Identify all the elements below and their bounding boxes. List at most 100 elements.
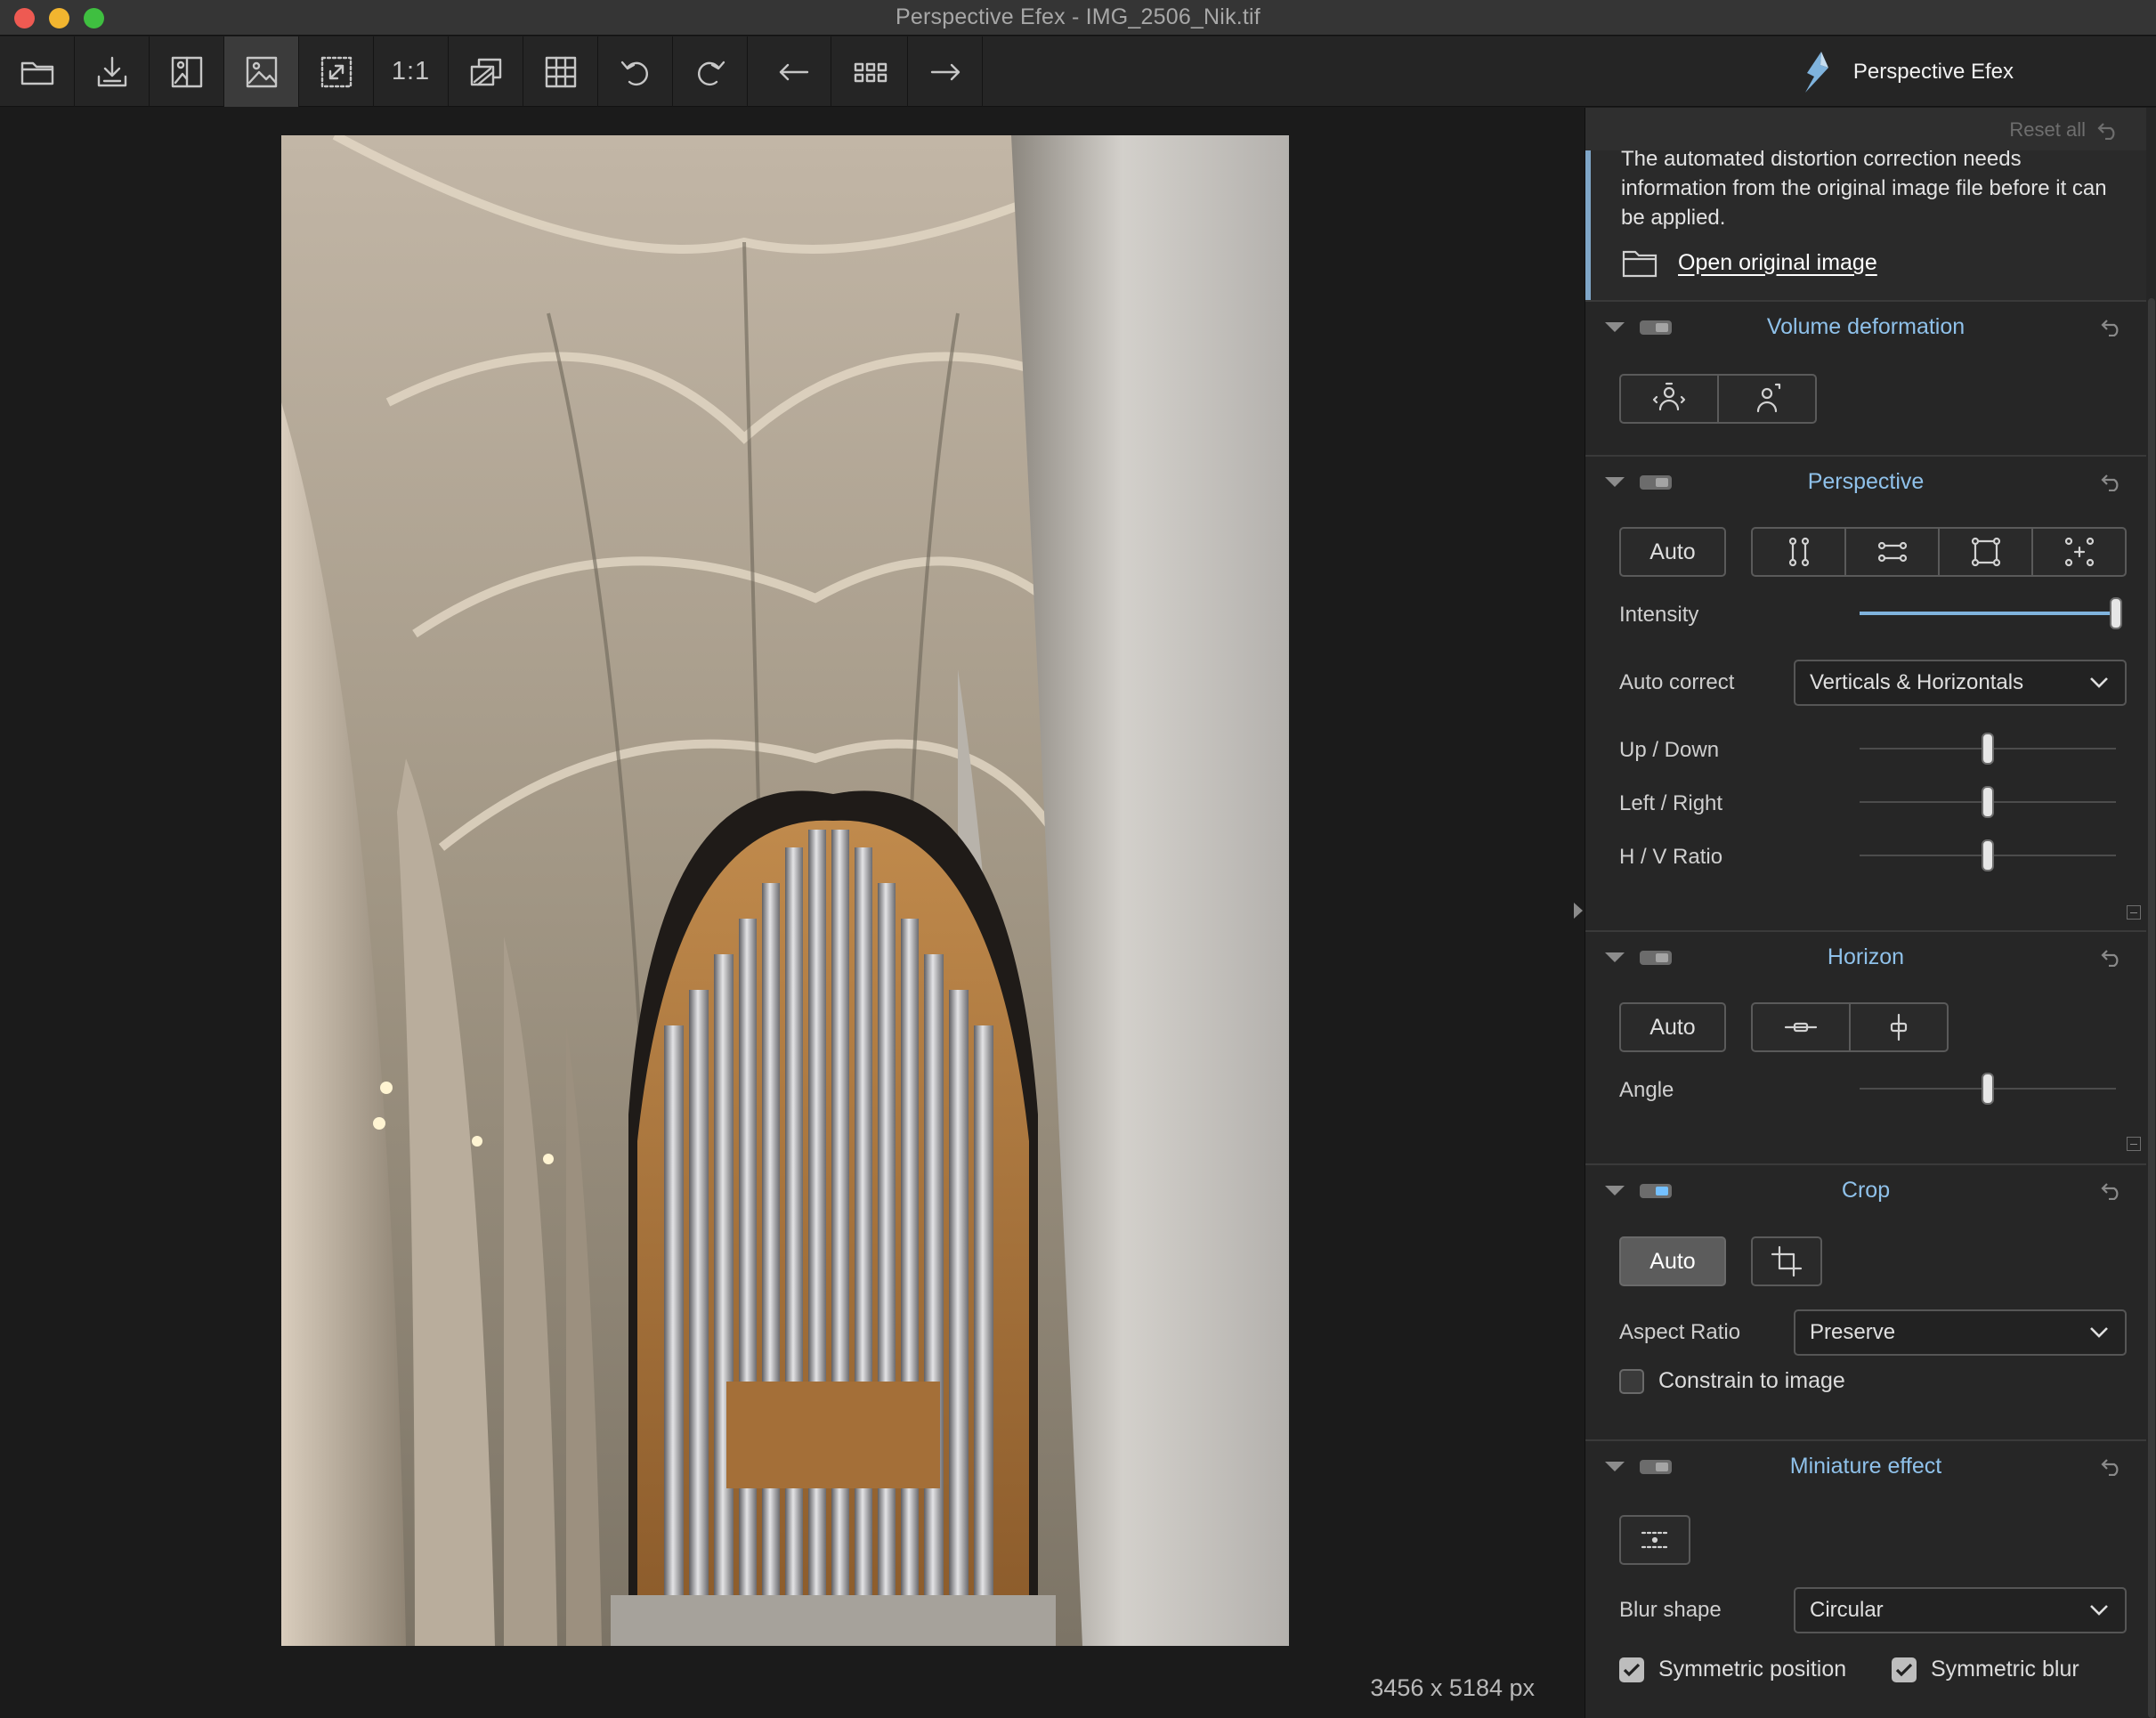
vertical-lines-icon <box>1788 537 1809 567</box>
perspective-header[interactable]: Perspective <box>1585 457 2146 506</box>
panel-toggle-arrow-icon[interactable] <box>1574 903 1583 919</box>
volume-mode-selector <box>1619 374 1817 424</box>
slider-thumb[interactable] <box>1982 786 1994 818</box>
image-size-label: 3456 x 5184 px <box>1370 1674 1535 1701</box>
open-original-row[interactable]: Open original image <box>1621 247 1877 279</box>
zoom-window-button[interactable] <box>84 8 104 28</box>
fit-button[interactable] <box>299 36 374 107</box>
redo-icon <box>697 61 725 85</box>
reset-icon[interactable] <box>2100 317 2123 336</box>
aspect-ratio-select[interactable]: Preserve <box>1794 1309 2127 1356</box>
horizon-header[interactable]: Horizon <box>1585 932 2146 982</box>
save-button[interactable] <box>75 36 150 107</box>
reset-icon[interactable] <box>2100 472 2123 491</box>
grid-icon <box>545 56 576 87</box>
perspective-title: Perspective <box>1807 469 1925 494</box>
horizon-line-icon <box>1784 1022 1818 1033</box>
angle-label: Angle <box>1619 1078 1674 1102</box>
symmetric-position-label: Symmetric position <box>1658 1657 1847 1682</box>
crop-header[interactable]: Crop <box>1585 1165 2146 1215</box>
arrow-right-icon <box>930 63 960 80</box>
reset-icon[interactable] <box>2100 1456 2123 1476</box>
image-canvas[interactable]: 3456 x 5184 px <box>0 108 1568 1718</box>
preview-button[interactable] <box>224 36 299 107</box>
hv-ratio-slider[interactable] <box>1860 838 2116 873</box>
person-horizontal-icon <box>1652 382 1686 411</box>
grid-button[interactable] <box>523 36 598 107</box>
auto-correct-value: Verticals & Horizontals <box>1810 670 2024 694</box>
previous-image-button[interactable] <box>757 36 831 107</box>
horizon-title: Horizon <box>1827 944 1905 969</box>
symmetric-position-checkbox[interactable] <box>1619 1657 1644 1682</box>
collapse-section-icon[interactable] <box>2127 1137 2141 1151</box>
intensity-slider[interactable] <box>1860 596 2122 631</box>
next-image-button[interactable] <box>908 36 983 107</box>
symmetric-blur-checkbox[interactable] <box>1892 1657 1917 1682</box>
minimize-window-button[interactable] <box>49 8 69 28</box>
photo-preview[interactable] <box>281 135 1289 1646</box>
constrain-to-image-checkbox[interactable] <box>1619 1368 1644 1394</box>
crop-tool-button[interactable] <box>1751 1236 1822 1286</box>
crop-auto-button[interactable]: Auto <box>1619 1236 1726 1286</box>
window-title: Perspective Efex - IMG_2506_Nik.tif <box>896 4 1260 29</box>
reset-icon <box>2097 123 2115 140</box>
perspective-horizontal-button[interactable] <box>1846 529 1940 575</box>
crop-section: Crop Auto Aspect Ratio Preserve Constrai… <box>1585 1163 2146 1439</box>
perspective-rectangle-button[interactable] <box>1940 529 2033 575</box>
redo-button[interactable] <box>673 36 748 107</box>
compare-button[interactable] <box>150 36 224 107</box>
volume-deformation-header[interactable]: Volume deformation <box>1585 302 2146 352</box>
angle-slider[interactable] <box>1860 1071 2116 1106</box>
left-right-slider[interactable] <box>1860 784 2116 820</box>
perspective-auto-button[interactable]: Auto <box>1619 527 1726 577</box>
blur-shape-select[interactable]: Circular <box>1794 1587 2127 1633</box>
controls-panel: Reset all The automated distortion corre… <box>1585 108 2156 1718</box>
constrain-to-image-row[interactable]: Constrain to image <box>1619 1368 1845 1394</box>
intensity-label: Intensity <box>1619 603 1699 627</box>
symmetric-blur-row[interactable]: Symmetric blur <box>1892 1657 2079 1682</box>
auto-correct-select[interactable]: Verticals & Horizontals <box>1794 660 2127 706</box>
reset-all-button[interactable]: Reset all <box>2009 118 2120 142</box>
undo-button[interactable] <box>598 36 673 107</box>
aspect-ratio-label: Aspect Ratio <box>1619 1320 1741 1344</box>
slider-thumb[interactable] <box>1982 733 1994 765</box>
checkmark-icon <box>1623 1663 1641 1676</box>
blur-position-button[interactable] <box>1619 1515 1690 1565</box>
add-points-icon <box>2064 537 2094 567</box>
download-icon <box>97 56 126 86</box>
slider-thumb[interactable] <box>1982 1073 1994 1105</box>
layers-icon <box>470 58 501 85</box>
zoom-1-1-label: 1:1 <box>391 57 431 85</box>
up-down-slider[interactable] <box>1860 731 2116 766</box>
symmetric-position-row[interactable]: Symmetric position <box>1619 1657 1846 1682</box>
panel-scrollbar[interactable] <box>2148 298 2155 1718</box>
loupe-button[interactable] <box>449 36 523 107</box>
expand-icon <box>320 56 352 87</box>
chevron-down-icon <box>2090 1327 2108 1338</box>
volume-horizontal-button[interactable] <box>1621 376 1719 422</box>
reset-all-label: Reset all <box>2009 118 2086 141</box>
collapse-section-icon[interactable] <box>2127 905 2141 920</box>
reset-icon[interactable] <box>2100 1180 2123 1200</box>
perspective-vertical-button[interactable] <box>1753 529 1846 575</box>
perspective-points-button[interactable] <box>2033 529 2125 575</box>
horizon-vertical-button[interactable] <box>1851 1004 1947 1050</box>
thumbnails-icon <box>854 62 887 82</box>
open-button[interactable] <box>0 36 75 107</box>
reset-icon[interactable] <box>2100 947 2123 967</box>
open-original-image-link[interactable]: Open original image <box>1678 250 1877 276</box>
horizon-auto-button[interactable]: Auto <box>1619 1002 1726 1052</box>
perspective-efex-logo-icon <box>1804 51 1828 93</box>
filmstrip-button[interactable] <box>833 36 908 107</box>
horizon-level-button[interactable] <box>1753 1004 1851 1050</box>
crop-icon <box>1771 1245 1803 1277</box>
slider-thumb[interactable] <box>2110 597 2122 629</box>
blur-shape-value: Circular <box>1810 1598 1884 1622</box>
slider-thumb[interactable] <box>1982 839 1994 871</box>
church-organ-photo <box>281 135 1289 1646</box>
aspect-ratio-value: Preserve <box>1810 1320 1896 1344</box>
miniature-effect-header[interactable]: Miniature effect <box>1585 1441 2146 1491</box>
volume-vertical-button[interactable] <box>1719 376 1815 422</box>
zoom-1-1-button[interactable]: 1:1 <box>374 36 449 107</box>
close-window-button[interactable] <box>14 8 35 28</box>
